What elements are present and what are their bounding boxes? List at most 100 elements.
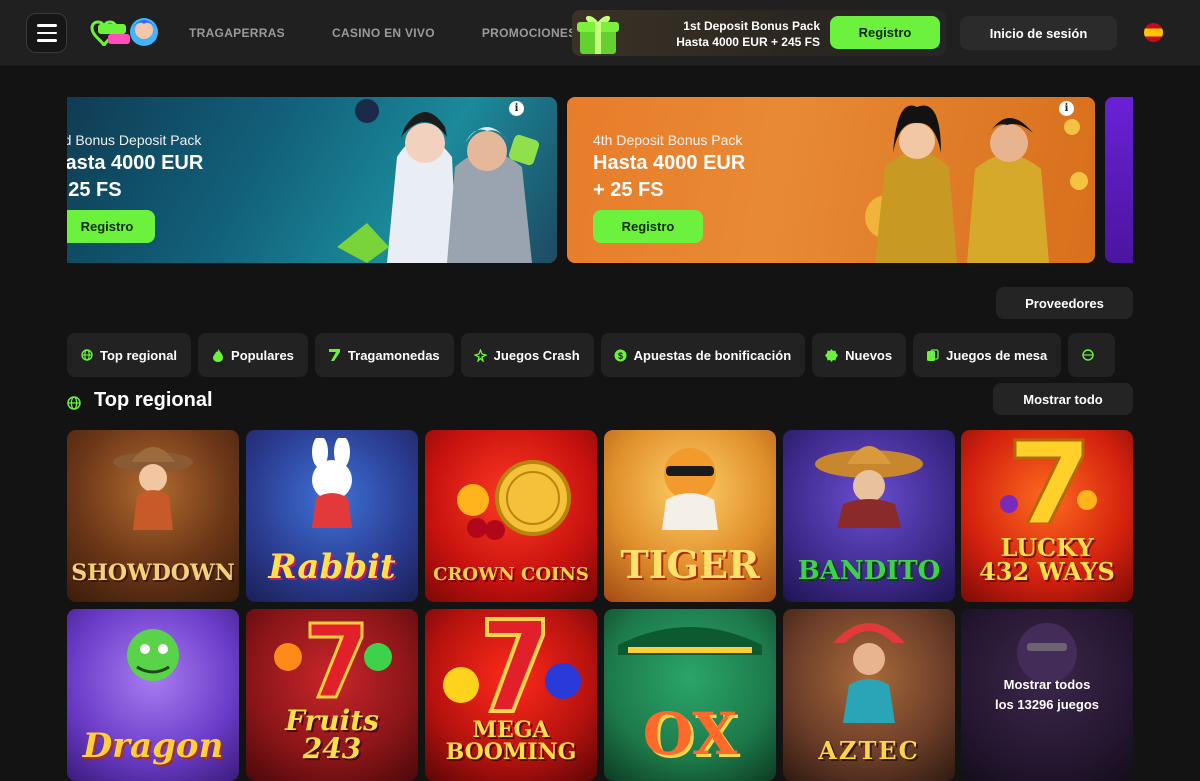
nav-live-casino[interactable]: CASINO EN VIVO: [332, 26, 435, 40]
banner-spins: + 25 FS: [593, 179, 664, 201]
login-button[interactable]: Inicio de sesión: [960, 16, 1117, 50]
game-art: [815, 446, 923, 528]
section-title-text: Top regional: [94, 388, 213, 411]
banner-register-button[interactable]: Registro: [67, 210, 155, 243]
banner-spins: + 25 FS: [67, 179, 122, 201]
game-card[interactable]: CROWN COINS: [425, 430, 597, 602]
tab-top-regional[interactable]: Top regional: [67, 333, 192, 377]
info-icon[interactable]: i: [1059, 101, 1074, 116]
tab-label: Nuevos: [845, 347, 893, 363]
tab-slots[interactable]: Tragamonedas: [314, 333, 454, 377]
tab-more[interactable]: [1068, 333, 1116, 377]
game-art: [662, 448, 718, 530]
banner-headline: Hasta 4000 EUR + 25 FS: [67, 150, 203, 204]
game-art: [833, 623, 905, 723]
game-title: MEGA BOOMING: [445, 717, 577, 765]
banner-characters-image: [865, 105, 1088, 263]
game-title: SHOWDOWN: [71, 560, 235, 586]
globe-icon: [67, 393, 81, 410]
game-card[interactable]: Rabbit: [246, 430, 418, 602]
globe-icon: [80, 349, 93, 362]
nav-promotions[interactable]: PROMOCIONES: [482, 26, 577, 40]
tab-label: Juegos Crash: [493, 347, 580, 363]
seven-icon: [328, 349, 341, 362]
game-title: BANDITO: [797, 556, 941, 586]
tab-label: Populares: [231, 347, 294, 363]
top-header: TRAGAPERRAS CASINO EN VIVO PROMOCIONES 1…: [0, 0, 1200, 66]
tab-crash-games[interactable]: Juegos Crash: [460, 333, 594, 377]
tab-label: Apuestas de bonificación: [633, 347, 792, 363]
game-card[interactable]: SHOWDOWN: [67, 430, 239, 602]
promo-carousel[interactable]: i rd Bonus Deposit Pack Hasta 4000 EUR +…: [67, 97, 1133, 263]
game-card[interactable]: AZTEC: [783, 609, 955, 781]
game-art: [127, 629, 179, 681]
providers-button[interactable]: Proveedores: [996, 287, 1133, 319]
tab-label: Top regional: [100, 347, 178, 363]
banner-amount: Hasta 4000 EUR: [593, 152, 746, 174]
svg-text:$: $: [618, 351, 623, 361]
game-card[interactable]: Dragon: [67, 609, 239, 781]
game-art: [1000, 438, 1097, 524]
new-badge-icon: [825, 348, 839, 362]
gift-icon: [577, 15, 619, 54]
game-art: [618, 627, 762, 655]
banner-subtitle: rd Bonus Deposit Pack: [67, 132, 202, 148]
menu-line: [36, 24, 57, 27]
register-button[interactable]: Registro: [830, 16, 940, 49]
show-all-games-line-1: Mostrar todos: [1003, 677, 1091, 692]
game-title: AZTEC: [818, 736, 920, 765]
tab-label: Juegos de mesa: [946, 347, 1048, 363]
banner-register-button[interactable]: Registro: [593, 210, 703, 243]
section-title: Top regional: [67, 387, 213, 413]
bonus-banner-next[interactable]: [1105, 97, 1133, 263]
game-title: CROWN COINS: [433, 564, 589, 585]
tab-table-games[interactable]: Juegos de mesa: [913, 333, 1062, 377]
game-title: LUCKY 432 WAYS: [979, 533, 1115, 586]
cards-icon: [926, 348, 939, 362]
info-icon[interactable]: i: [509, 101, 524, 116]
bonus-banner-4[interactable]: i 4th Deposit Bonus Pack Hasta 4000 EUR …: [567, 97, 1095, 263]
banner-subtitle: 4th Deposit Bonus Pack: [593, 132, 743, 148]
game-card[interactable]: TIGER: [604, 430, 776, 602]
game-title: TIGER: [620, 542, 760, 587]
game-art: [457, 460, 571, 540]
dollar-icon: $: [614, 349, 627, 362]
game-card[interactable]: Fruits 243: [246, 609, 418, 781]
game-card[interactable]: OX: [604, 609, 776, 781]
show-all-games-line-2: los 13296 juegos: [994, 697, 1100, 712]
banner-characters-image: [337, 99, 540, 263]
game-card[interactable]: LUCKY 432 WAYS: [961, 430, 1133, 602]
nav-slots[interactable]: TRAGAPERRAS: [189, 26, 285, 40]
main-nav: TRAGAPERRAS CASINO EN VIVO PROMOCIONES: [189, 0, 624, 66]
show-all-button[interactable]: Mostrar todo: [993, 383, 1133, 415]
site-logo[interactable]: [86, 14, 160, 52]
game-card[interactable]: BANDITO: [783, 430, 955, 602]
game-title: Dragon: [82, 726, 224, 766]
banner-amount: Hasta 4000 EUR: [67, 152, 204, 174]
crash-icon: [473, 348, 487, 362]
menu-line: [36, 39, 57, 42]
game-art: [312, 438, 352, 528]
game-art: [113, 447, 193, 530]
tab-label: Tragamonedas: [347, 347, 440, 363]
bonus-banner-3[interactable]: i rd Bonus Deposit Pack Hasta 4000 EUR +…: [67, 97, 557, 263]
game-title: OX: [642, 700, 738, 768]
game-card[interactable]: MEGA BOOMING: [425, 609, 597, 781]
game-art: [274, 621, 392, 699]
banner-headline: Hasta 4000 EUR + 25 FS: [593, 150, 745, 204]
promo-text: 1st Deposit Bonus Pack Hasta 4000 EUR + …: [676, 18, 820, 50]
header-promo-banner: 1st Deposit Bonus Pack Hasta 4000 EUR + …: [572, 10, 946, 56]
tab-new[interactable]: Nuevos: [812, 333, 907, 377]
tab-bonus-bets[interactable]: $ Apuestas de bonificación: [600, 333, 806, 377]
game-title: Rabbit: [268, 547, 396, 587]
game-grid: SHOWDOWN Rabbit CROWN COINS TIGER BANDIT…: [67, 430, 1133, 781]
flame-icon: [211, 348, 224, 362]
tab-popular[interactable]: Populares: [198, 333, 308, 377]
promo-line-2: Hasta 4000 EUR + 245 FS: [676, 35, 820, 49]
menu-line: [36, 31, 57, 35]
spain-flag-icon[interactable]: [1144, 23, 1163, 42]
show-all-games-card[interactable]: Mostrar todos los 13296 juegos: [961, 609, 1133, 781]
promo-line-1: 1st Deposit Bonus Pack: [683, 19, 820, 33]
globe-icon: [1081, 349, 1094, 362]
hamburger-menu-button[interactable]: [26, 13, 67, 53]
